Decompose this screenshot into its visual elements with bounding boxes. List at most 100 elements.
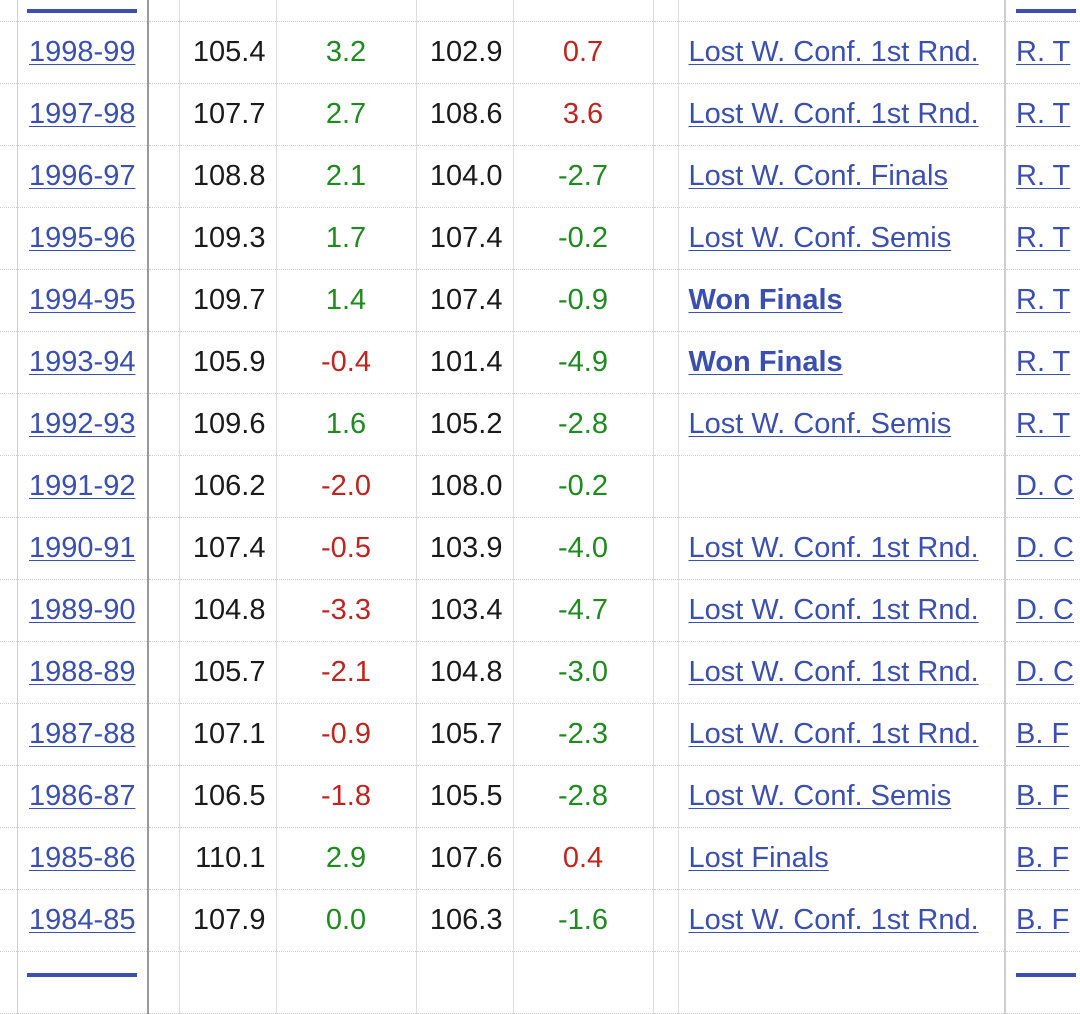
ortg-rel-cell: -3.3 bbox=[275, 579, 417, 642]
playoffs-link[interactable]: Won Finals bbox=[689, 346, 843, 378]
season-link[interactable]: 1991-92 bbox=[29, 470, 135, 502]
drtg-rel-cell: -0.2 bbox=[512, 207, 654, 270]
playoffs-cell: Won Finals bbox=[678, 269, 1005, 332]
coach-link[interactable]: B. F bbox=[1016, 842, 1069, 874]
coach-cell: D. C bbox=[1004, 455, 1080, 518]
table-row bbox=[0, 0, 1080, 22]
spacer-cell bbox=[652, 765, 679, 828]
drtg-rel-cell: -2.7 bbox=[512, 145, 654, 208]
playoffs-link[interactable]: Lost Finals bbox=[689, 842, 829, 874]
coach-link[interactable]: R. T bbox=[1016, 98, 1070, 130]
season-link[interactable]: 1985-86 bbox=[29, 842, 135, 874]
spacer-cell bbox=[652, 455, 679, 518]
spacer-cell bbox=[652, 889, 679, 952]
drtg-rel-cell bbox=[512, 0, 654, 22]
playoffs-link[interactable]: Lost W. Conf. 1st Rnd. bbox=[689, 718, 979, 750]
drtg-cell: 104.8 bbox=[416, 641, 513, 704]
playoffs-link[interactable]: Lost W. Conf. Semis bbox=[689, 222, 952, 254]
row-gutter bbox=[0, 455, 18, 518]
coach-link[interactable]: B. F bbox=[1016, 780, 1069, 812]
season-link-underline[interactable] bbox=[27, 972, 138, 977]
season-link[interactable]: 1997-98 bbox=[29, 98, 135, 130]
season-link[interactable]: 1996-97 bbox=[29, 160, 135, 192]
season-cell: 1991-92 bbox=[16, 455, 148, 518]
season-cell: 1986-87 bbox=[16, 765, 148, 828]
playoffs-cell bbox=[678, 951, 1005, 1014]
coach-link[interactable]: R. T bbox=[1016, 160, 1070, 192]
spacer-cell bbox=[147, 393, 179, 456]
playoffs-link[interactable]: Lost W. Conf. 1st Rnd. bbox=[689, 656, 979, 688]
season-link[interactable]: 1994-95 bbox=[29, 284, 135, 316]
drtg-rel-cell bbox=[512, 951, 654, 1014]
row-gutter bbox=[0, 393, 18, 456]
playoffs-link[interactable]: Lost W. Conf. 1st Rnd. bbox=[689, 904, 979, 936]
coach-link[interactable]: R. T bbox=[1016, 408, 1070, 440]
spacer-cell bbox=[652, 207, 679, 270]
spacer-cell bbox=[147, 331, 179, 394]
playoffs-link[interactable]: Lost W. Conf. Finals bbox=[689, 160, 949, 192]
drtg-cell: 107.6 bbox=[416, 827, 513, 890]
coach-link[interactable]: R. T bbox=[1016, 36, 1070, 68]
playoffs-cell: Lost W. Conf. 1st Rnd. bbox=[678, 889, 1005, 952]
drtg-rel-cell: 3.6 bbox=[512, 83, 654, 146]
coach-link[interactable]: D. C bbox=[1016, 470, 1074, 502]
coach-cell bbox=[1004, 951, 1080, 1014]
season-link[interactable]: 1995-96 bbox=[29, 222, 135, 254]
table-row: 1994-95 109.7 1.4 107.4 -0.9 Won Finals R. T bbox=[0, 269, 1080, 332]
playoffs-link[interactable]: Won Finals bbox=[689, 284, 843, 316]
season-link[interactable]: 1989-90 bbox=[29, 594, 135, 626]
table-row bbox=[0, 951, 1080, 1014]
season-link[interactable]: 1992-93 bbox=[29, 408, 135, 440]
season-cell: 1993-94 bbox=[16, 331, 148, 394]
coach-link[interactable]: D. C bbox=[1016, 656, 1074, 688]
season-link[interactable]: 1987-88 bbox=[29, 718, 135, 750]
season-link[interactable]: 1986-87 bbox=[29, 780, 135, 812]
playoffs-link[interactable]: Lost W. Conf. 1st Rnd. bbox=[689, 98, 979, 130]
spacer-cell bbox=[147, 0, 179, 22]
coach-cell: R. T bbox=[1004, 145, 1080, 208]
ortg-cell: 107.9 bbox=[178, 889, 276, 952]
season-link[interactable]: 1984-85 bbox=[29, 904, 135, 936]
coach-link[interactable]: R. T bbox=[1016, 222, 1070, 254]
spacer-cell bbox=[652, 269, 679, 332]
coach-cell: R. T bbox=[1004, 21, 1080, 84]
coach-link-underline[interactable] bbox=[1016, 972, 1076, 977]
spacer-cell bbox=[147, 951, 179, 1014]
playoffs-link[interactable]: Lost W. Conf. 1st Rnd. bbox=[689, 594, 979, 626]
season-link[interactable]: 1990-91 bbox=[29, 532, 135, 564]
coach-link[interactable]: R. T bbox=[1016, 346, 1070, 378]
spacer-cell bbox=[147, 455, 179, 518]
season-link[interactable]: 1998-99 bbox=[29, 36, 135, 68]
coach-link-underline[interactable] bbox=[1016, 8, 1076, 13]
playoffs-link[interactable]: Lost W. Conf. 1st Rnd. bbox=[689, 532, 979, 564]
playoffs-cell: Lost Finals bbox=[678, 827, 1005, 890]
spacer-cell bbox=[652, 393, 679, 456]
coach-link[interactable]: R. T bbox=[1016, 284, 1070, 316]
coach-link[interactable]: D. C bbox=[1016, 532, 1074, 564]
season-link-underline[interactable] bbox=[27, 8, 138, 13]
spacer-cell bbox=[652, 83, 679, 146]
ortg-cell: 105.9 bbox=[178, 331, 276, 394]
playoffs-link[interactable]: Lost W. Conf. Semis bbox=[689, 780, 952, 812]
ortg-cell: 109.6 bbox=[178, 393, 276, 456]
coach-link[interactable]: B. F bbox=[1016, 904, 1069, 936]
season-cell: 1990-91 bbox=[16, 517, 148, 580]
coach-link[interactable]: D. C bbox=[1016, 594, 1074, 626]
ortg-rel-cell: 2.1 bbox=[275, 145, 417, 208]
drtg-cell: 105.2 bbox=[416, 393, 513, 456]
playoffs-link[interactable]: Lost W. Conf. Semis bbox=[689, 408, 952, 440]
spacer-cell bbox=[147, 207, 179, 270]
playoffs-link[interactable]: Lost W. Conf. 1st Rnd. bbox=[689, 36, 979, 68]
season-cell: 1992-93 bbox=[16, 393, 148, 456]
season-link[interactable]: 1988-89 bbox=[29, 656, 135, 688]
season-link[interactable]: 1993-94 bbox=[29, 346, 135, 378]
drtg-rel-cell: -4.9 bbox=[512, 331, 654, 394]
drtg-rel-cell: -4.0 bbox=[512, 517, 654, 580]
season-cell: 1988-89 bbox=[16, 641, 148, 704]
coach-link[interactable]: B. F bbox=[1016, 718, 1069, 750]
spacer-cell bbox=[147, 641, 179, 704]
table-row: 1987-88 107.1 -0.9 105.7 -2.3 Lost W. Conf. 1… bbox=[0, 703, 1080, 766]
coach-cell: R. T bbox=[1004, 83, 1080, 146]
coach-cell: R. T bbox=[1004, 207, 1080, 270]
ortg-rel-cell: 0.0 bbox=[275, 889, 417, 952]
